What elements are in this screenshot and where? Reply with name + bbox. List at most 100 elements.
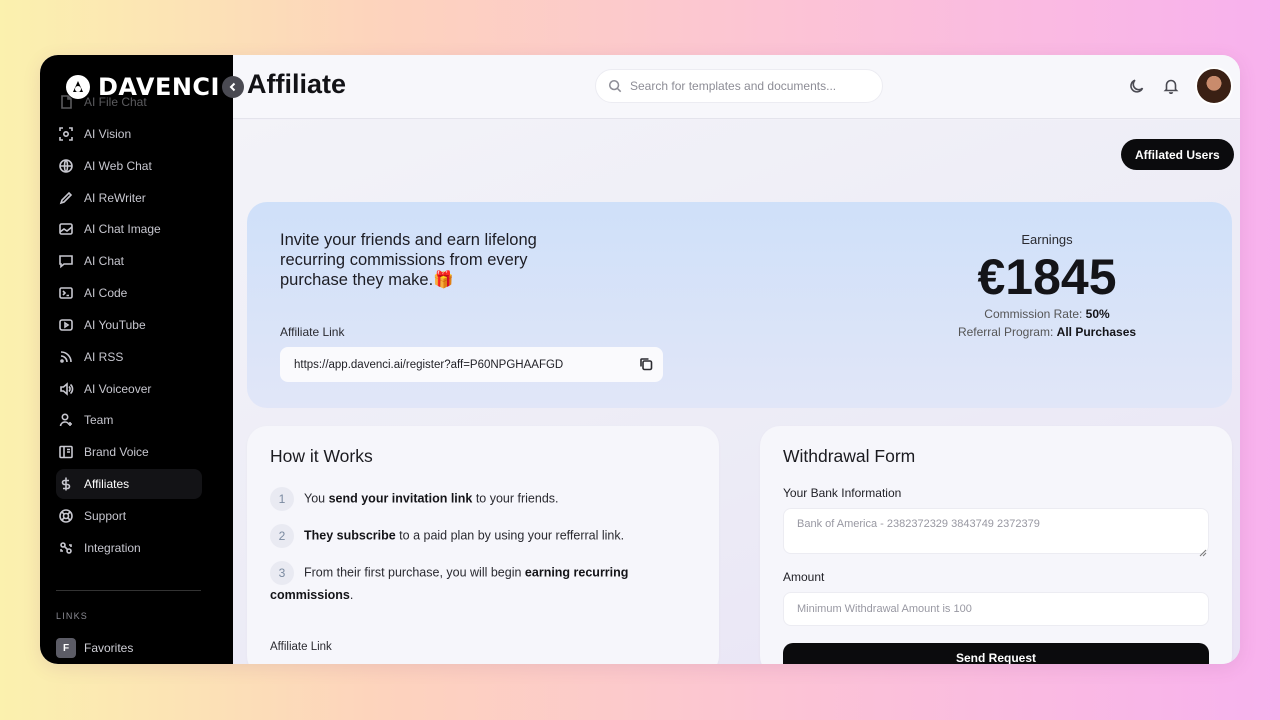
- moon-icon: [1130, 79, 1144, 93]
- integration-icon: [60, 542, 72, 554]
- sidebar-item-integration[interactable]: Integration: [56, 533, 202, 563]
- step-1: 1 You send your invitation link to your f…: [270, 487, 690, 511]
- sidebar-item-ai-chat[interactable]: AI Chat: [56, 246, 202, 276]
- sidebar-item-ai-code[interactable]: AI Code: [56, 278, 202, 308]
- sidebar-item-ai-chat-image[interactable]: AI Chat Image: [56, 214, 202, 244]
- step-3: 3 From their first purchase, you will beg…: [270, 561, 690, 605]
- amount-field[interactable]: [783, 592, 1209, 626]
- affiliate-link-label: Affiliate Link: [280, 325, 345, 339]
- earnings-label: Earnings: [1021, 232, 1073, 247]
- sidebar-item-label: AI ReWriter: [84, 190, 146, 205]
- notifications-button[interactable]: [1162, 77, 1180, 95]
- dollar-icon: [61, 477, 71, 491]
- affiliate-hero-card: Invite your friends and earn lifelong re…: [247, 202, 1232, 408]
- sidebar-item-affiliates[interactable]: Affiliates: [56, 469, 202, 500]
- hero-invite-text: Invite your friends and earn lifelong re…: [280, 231, 537, 289]
- favorites-label: Favorites: [84, 641, 134, 655]
- sidebar-item-brand-voice[interactable]: Brand Voice: [56, 437, 202, 467]
- sidebar-item-ai-rewriter[interactable]: AI ReWriter: [56, 183, 202, 213]
- affiliate-link-value: https://app.davenci.ai/register?aff=P60N…: [294, 358, 564, 371]
- step-bold-text: send your invitation link: [328, 491, 473, 506]
- app-window: DAVENCI AI File Chat AI Vision AI Web Chat…: [40, 55, 1240, 664]
- referral-program-value: All Purchases: [1056, 325, 1137, 339]
- bank-info-field[interactable]: [783, 508, 1209, 554]
- resize-grip-icon[interactable]: [1199, 544, 1207, 557]
- top-header: Affiliate: [233, 55, 1240, 119]
- sidebar-item-ai-voiceover[interactable]: AI Voiceover: [56, 374, 202, 404]
- search-icon: [608, 79, 622, 93]
- sidebar-item-support[interactable]: Support: [56, 501, 202, 531]
- sidebar-item-label: AI Chat Image: [84, 222, 161, 237]
- collapse-sidebar-button[interactable]: [222, 76, 244, 98]
- user-plus-icon: [59, 413, 72, 427]
- scan-eye-icon: [59, 127, 73, 141]
- affiliate-link-field[interactable]: https://app.davenci.ai/register?aff=P60N…: [280, 347, 663, 382]
- play-icon: [59, 319, 73, 331]
- sidebar-item-label: AI YouTube: [84, 317, 146, 332]
- step-number: 3: [270, 561, 294, 585]
- referral-program-label: Referral Program:: [957, 325, 1054, 339]
- commission-rate-label: Commission Rate:: [984, 307, 1083, 321]
- affiliated-users-button[interactable]: Affilated Users: [1121, 139, 1234, 170]
- lifebuoy-icon: [59, 509, 73, 523]
- pen-icon: [59, 191, 73, 204]
- copy-icon: [640, 358, 653, 371]
- commission-rate-value: 50%: [1085, 307, 1110, 321]
- sidebar-item-label: AI Code: [84, 286, 128, 301]
- sidebar: DAVENCI AI File Chat AI Vision AI Web Chat…: [40, 55, 233, 664]
- bank-info-label: Your Bank Information: [783, 486, 902, 500]
- sidebar-item-ai-vision[interactable]: AI Vision: [56, 119, 202, 149]
- links-section-label: LINKS: [56, 611, 89, 621]
- earnings-amount: €1845: [977, 249, 1117, 305]
- how-it-works-card: How it Works 1 You send your invitation l…: [247, 426, 719, 664]
- step-text: You: [304, 491, 329, 506]
- user-avatar[interactable]: [1195, 67, 1233, 105]
- sidebar-item-label: Integration: [84, 540, 141, 555]
- search-bar[interactable]: [595, 69, 883, 103]
- file-chat-icon: [61, 95, 72, 109]
- sidebar-item-label: AI Voiceover: [84, 381, 152, 396]
- sidebar-item-ai-web-chat[interactable]: AI Web Chat: [56, 151, 202, 181]
- step-bold-text: They subscribe: [304, 528, 396, 543]
- page-title: Affiliate: [247, 69, 347, 99]
- sidebar-item-label: Team: [84, 413, 114, 428]
- www-globe-icon: [59, 158, 73, 173]
- step-2: 2 They subscribe to a paid plan by using …: [270, 524, 690, 548]
- send-request-button[interactable]: Send Request: [783, 643, 1209, 664]
- copy-link-button[interactable]: [639, 357, 653, 371]
- sidebar-item-team[interactable]: Team: [56, 405, 202, 435]
- step-text: to your friends.: [472, 491, 559, 506]
- main-content: Affilated Users Invite your friends and …: [233, 120, 1240, 664]
- image-icon: [59, 223, 73, 236]
- favorites-badge: F: [56, 638, 76, 658]
- chat-bubble-icon: [59, 255, 73, 269]
- sidebar-item-ai-rss[interactable]: AI RSS: [56, 342, 202, 372]
- sidebar-item-label: AI File Chat: [84, 95, 147, 109]
- sidebar-nav: AI File Chat AI Vision AI Web Chat AI ReWri…: [56, 95, 202, 565]
- dark-mode-toggle[interactable]: [1128, 77, 1146, 95]
- how-affiliate-link-label: Affiliate Link: [270, 641, 332, 653]
- sidebar-item-ai-file-chat[interactable]: AI File Chat: [56, 87, 202, 117]
- sidebar-item-label: AI Web Chat: [84, 158, 152, 173]
- sidebar-item-label: Affiliates: [84, 477, 130, 492]
- sidebar-item-label: AI RSS: [84, 349, 124, 364]
- amount-label: Amount: [783, 570, 825, 584]
- commission-rate: Commission Rate: 50%: [927, 306, 1167, 323]
- step-number: 1: [270, 487, 294, 511]
- step-number: 2: [270, 524, 294, 548]
- sidebar-item-label: Support: [84, 508, 127, 523]
- step-text: .: [349, 588, 354, 602]
- step-text: to a paid plan by using your refferral l…: [395, 528, 625, 543]
- step-text: From their first purchase, you will begi…: [304, 565, 525, 580]
- sidebar-item-label: AI Chat: [84, 254, 125, 269]
- search-input[interactable]: [630, 79, 860, 93]
- sidebar-item-favorites[interactable]: F Favorites: [56, 638, 133, 658]
- terminal-icon: [59, 287, 73, 299]
- sidebar-item-ai-youtube[interactable]: AI YouTube: [56, 310, 202, 340]
- sidebar-item-label: AI Vision: [84, 126, 132, 141]
- book-icon: [59, 445, 73, 459]
- withdrawal-form-title: Withdrawal Form: [783, 446, 916, 466]
- sidebar-divider: [56, 590, 201, 591]
- speaker-icon: [60, 381, 74, 396]
- how-it-works-title: How it Works: [270, 446, 373, 466]
